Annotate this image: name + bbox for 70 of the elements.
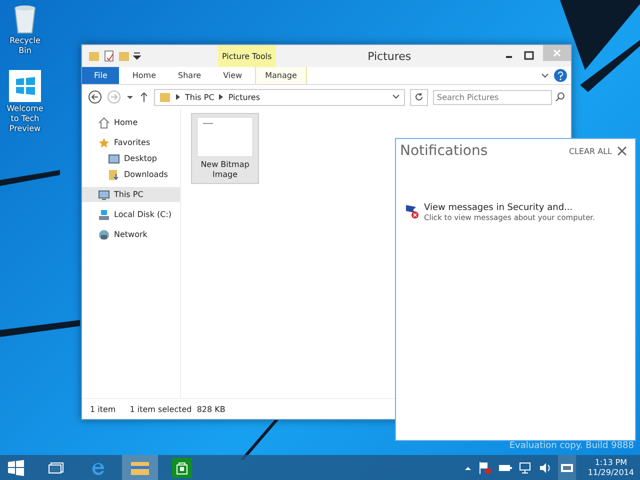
- desktop-icon-label[interactable]: Recycle Bin: [2, 36, 48, 56]
- flag-warning-icon[interactable]: [478, 460, 492, 474]
- windows-logo-icon: [8, 460, 24, 476]
- context-tab-group-label: Picture Tools: [218, 45, 276, 67]
- windows-stack-icon: [48, 462, 64, 474]
- nav-item[interactable]: Network: [82, 227, 180, 242]
- close-icon: [552, 48, 562, 58]
- ribbon-tab[interactable]: File: [82, 67, 120, 84]
- star-icon: [98, 136, 110, 148]
- battery-icon[interactable]: [498, 462, 512, 472]
- nav-item[interactable]: Desktop: [82, 151, 180, 166]
- image-thumbnail: [197, 117, 253, 157]
- chevron-right-icon[interactable]: [176, 94, 180, 100]
- window-title: Pictures: [366, 50, 412, 62]
- close-icon[interactable]: [617, 146, 627, 156]
- nav-item[interactable]: This PC: [82, 187, 180, 202]
- action-center-button[interactable]: [558, 455, 576, 480]
- nav-item[interactable]: Downloads: [82, 167, 180, 182]
- ribbon-tab[interactable]: Share: [169, 67, 210, 84]
- ribbon-tab[interactable]: View: [214, 67, 252, 84]
- network-icon: [98, 228, 110, 240]
- up-arrow-icon[interactable]: [139, 91, 149, 103]
- clock-time[interactable]: 1:13 PM: [594, 458, 628, 468]
- house-icon: [98, 116, 110, 128]
- folder-icon: [130, 460, 150, 476]
- download-folder-icon: [108, 168, 120, 180]
- windows-logo-icon[interactable]: [9, 70, 41, 102]
- chevron-down-icon[interactable]: [392, 93, 400, 101]
- nav-item[interactable]: Favorites: [82, 135, 180, 150]
- help-icon[interactable]: [554, 69, 567, 82]
- nav-item[interactable]: Home: [82, 115, 180, 130]
- disk-drive-icon: [98, 208, 110, 220]
- desktop-icon-label[interactable]: Welcome to Tech Preview: [2, 104, 48, 134]
- nav-item[interactable]: Local Disk (C:): [82, 207, 180, 222]
- speaker-icon[interactable]: [538, 460, 552, 474]
- caret-up-icon[interactable]: [464, 464, 472, 470]
- chevron-right-icon[interactable]: [219, 94, 224, 100]
- ribbon-tab[interactable]: Manage: [255, 67, 307, 84]
- taskbar-app-button[interactable]: [122, 455, 158, 480]
- computer-icon: [98, 188, 110, 200]
- search-field[interactable]: Search Pictures: [433, 90, 552, 104]
- notification-title[interactable]: View messages in Security and...: [424, 203, 595, 213]
- maximize-icon[interactable]: [523, 50, 535, 62]
- status-text: 1 item selected 828 KB: [130, 404, 226, 414]
- shopping-bag-icon: [172, 458, 192, 478]
- refresh-button[interactable]: [410, 88, 428, 106]
- clock-date[interactable]: 11/29/2014: [588, 468, 634, 478]
- status-text: 1 item: [90, 404, 116, 414]
- message-icon: [560, 462, 574, 472]
- wallpaper-stripe: [0, 170, 60, 186]
- dropdown-arrow-icon[interactable]: [126, 93, 134, 101]
- dropdown-arrow-icon[interactable]: [133, 50, 141, 62]
- breadcrumb-item[interactable]: Pictures: [228, 92, 260, 102]
- address-bar[interactable]: This PC Pictures: [154, 88, 405, 106]
- evaluation-copy-text: Evaluation copy. Build 9888: [509, 441, 634, 451]
- wallpaper-stripe: [580, 40, 640, 92]
- search-icon[interactable]: [555, 92, 565, 102]
- folder-icon: [159, 91, 171, 103]
- clear-all-link[interactable]: CLEAR ALL: [568, 146, 612, 156]
- flag-warning-icon: [404, 203, 420, 219]
- file-item[interactable]: New Bitmap Image: [191, 113, 259, 184]
- network-icon[interactable]: [518, 460, 532, 474]
- refresh-icon: [414, 92, 424, 102]
- panel-title: Notifications: [400, 143, 488, 159]
- ribbon-tab[interactable]: Home: [123, 67, 166, 84]
- monitor-icon: [108, 152, 120, 164]
- breadcrumb-item[interactable]: This PC: [185, 92, 214, 102]
- trash-can-icon[interactable]: [12, 4, 38, 34]
- chevron-down-icon[interactable]: [540, 70, 550, 80]
- document-icon[interactable]: [103, 50, 115, 62]
